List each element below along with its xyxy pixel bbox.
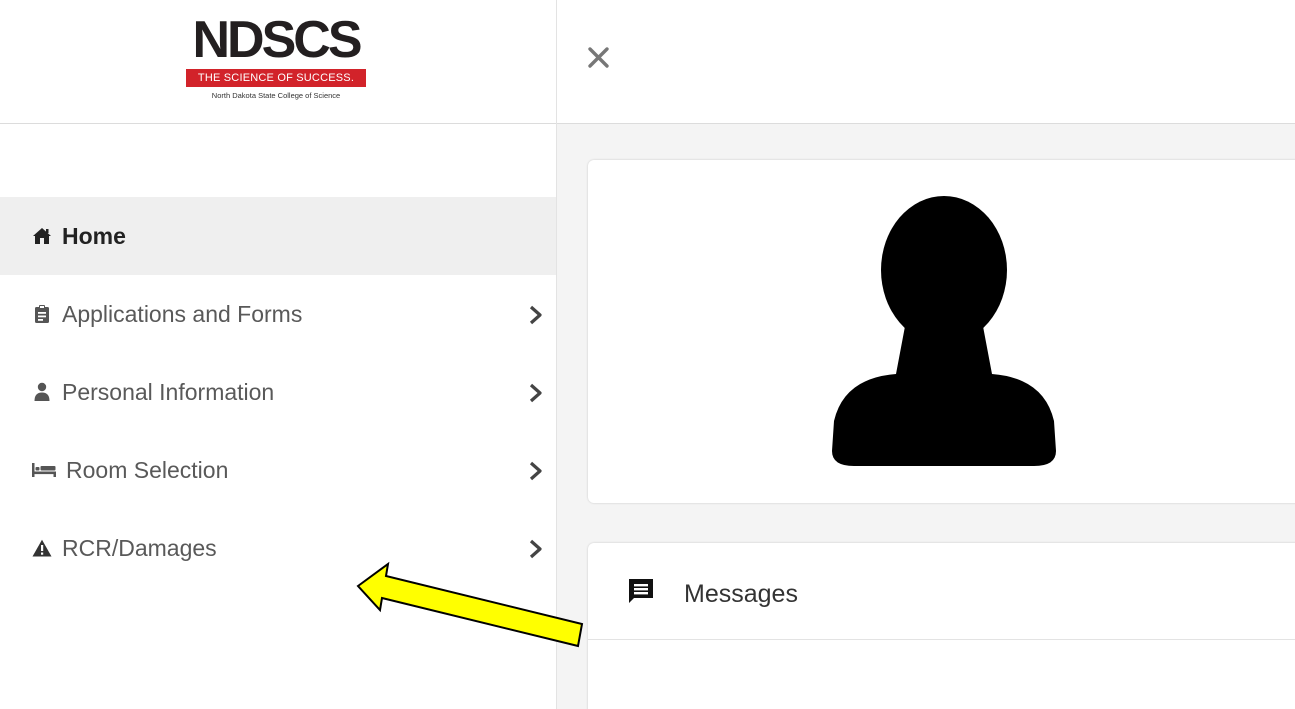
chevron-right-icon [528, 538, 544, 559]
bed-icon [32, 460, 56, 480]
home-icon [32, 226, 52, 246]
ndscs-logo[interactable]: NDSCS THE SCIENCE OF SUCCESS. North Dako… [186, 14, 366, 104]
messages-header: Messages [588, 543, 1295, 640]
main-content: Messages [557, 124, 1295, 709]
message-icon [626, 576, 656, 606]
logo-tagline: THE SCIENCE OF SUCCESS. [186, 69, 366, 87]
sidebar-item-home[interactable]: Home [0, 197, 556, 275]
close-icon[interactable] [585, 44, 615, 74]
sidebar-item-label: Home [62, 222, 126, 249]
sidebar-item-room-selection[interactable]: Room Selection [0, 431, 556, 509]
chevron-right-icon [528, 304, 544, 325]
logo-institution: North Dakota State College of Science [211, 91, 341, 100]
sidebar-item-personal-information[interactable]: Personal Information [0, 353, 556, 431]
sidebar-item-applications-and-forms[interactable]: Applications and Forms [0, 275, 556, 353]
sidebar-nav: Home Applications and Forms Personal Inf… [0, 197, 556, 587]
clipboard-icon [32, 304, 52, 324]
profile-card [588, 160, 1295, 503]
messages-title: Messages [684, 580, 798, 608]
top-bar [557, 0, 1295, 124]
sidebar-item-rcr-damages[interactable]: RCR/Damages [0, 509, 556, 587]
messages-card: Messages [588, 543, 1295, 709]
sidebar: NDSCS THE SCIENCE OF SUCCESS. North Dako… [0, 0, 556, 709]
chevron-right-icon [528, 460, 544, 481]
sidebar-item-label: RCR/Damages [62, 534, 217, 561]
avatar-placeholder-icon [824, 196, 1064, 468]
user-icon [32, 382, 52, 402]
chevron-right-icon [528, 382, 544, 403]
logo-wordmark: NDSCS [192, 11, 362, 69]
sidebar-item-label: Applications and Forms [62, 300, 303, 327]
sidebar-item-label: Personal Information [62, 378, 275, 405]
sidebar-item-label: Room Selection [66, 456, 229, 483]
warning-icon [32, 538, 52, 558]
logo-area: NDSCS THE SCIENCE OF SUCCESS. North Dako… [0, 0, 556, 124]
app-window: NDSCS THE SCIENCE OF SUCCESS. North Dako… [0, 0, 1295, 709]
